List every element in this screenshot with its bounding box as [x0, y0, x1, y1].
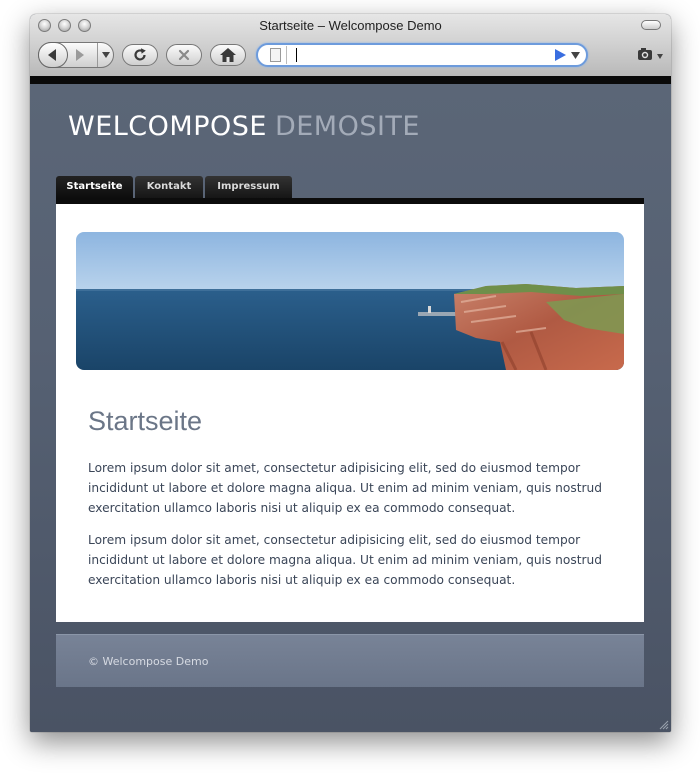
address-bar[interactable] [256, 43, 588, 67]
reload-icon [134, 48, 146, 61]
cliff-sea-illustration [76, 232, 624, 370]
forward-arrow-icon [76, 49, 84, 61]
toolbar-toggle-button[interactable] [641, 20, 661, 30]
resize-grip-icon[interactable] [657, 718, 669, 730]
camera-icon[interactable] [637, 48, 653, 60]
body-paragraph: Lorem ipsum dolor sit amet, consectetur … [88, 533, 602, 587]
footer-copyright: © Welcompose Demo [88, 655, 209, 668]
chevron-down-icon [102, 52, 110, 58]
back-arrow-icon [48, 49, 56, 61]
tab-kontakt[interactable]: Kontakt [135, 176, 203, 198]
toolbar-divider [30, 76, 671, 84]
site-title-main: WELCOMPOSE [68, 111, 267, 142]
forward-button[interactable] [71, 43, 95, 67]
tab-impressum[interactable]: Impressum [205, 176, 292, 198]
page-heading: Startseite [88, 406, 203, 436]
content-area: Startseite Lorem ipsum dolor sit amet, c… [56, 204, 644, 622]
chevron-down-icon[interactable] [657, 54, 663, 59]
site-title[interactable]: WELCOMPOSE DEMOSITE [68, 111, 420, 142]
chevron-down-icon[interactable] [571, 52, 580, 59]
site-footer: © Welcompose Demo [56, 634, 644, 687]
stop-icon [178, 49, 190, 61]
address-input[interactable] [292, 47, 532, 63]
go-arrow-icon[interactable] [554, 49, 566, 61]
back-button[interactable] [38, 42, 68, 68]
address-separator [286, 46, 287, 64]
site-title-sub: DEMOSITE [274, 111, 420, 142]
tab-startseite[interactable]: Startseite [56, 176, 133, 198]
header-image [76, 232, 624, 370]
history-menu-button[interactable] [97, 43, 114, 67]
navigation-group [38, 42, 114, 68]
browser-toolbar: Startseite – Welcompose Demo [30, 14, 671, 77]
web-page: WELCOMPOSE DEMOSITE Startseite Kontakt Im… [30, 84, 671, 732]
window-title: Startseite – Welcompose Demo [259, 18, 442, 33]
body-paragraph: Lorem ipsum dolor sit amet, consectetur … [88, 461, 602, 515]
home-icon [220, 48, 236, 62]
page-icon [270, 48, 281, 62]
home-button[interactable] [210, 44, 246, 66]
text-caret [296, 48, 297, 62]
stop-button[interactable] [166, 44, 202, 66]
browser-window: Startseite – Welcompose Demo WELCOMPOSE … [30, 14, 671, 732]
reload-button[interactable] [122, 44, 158, 66]
